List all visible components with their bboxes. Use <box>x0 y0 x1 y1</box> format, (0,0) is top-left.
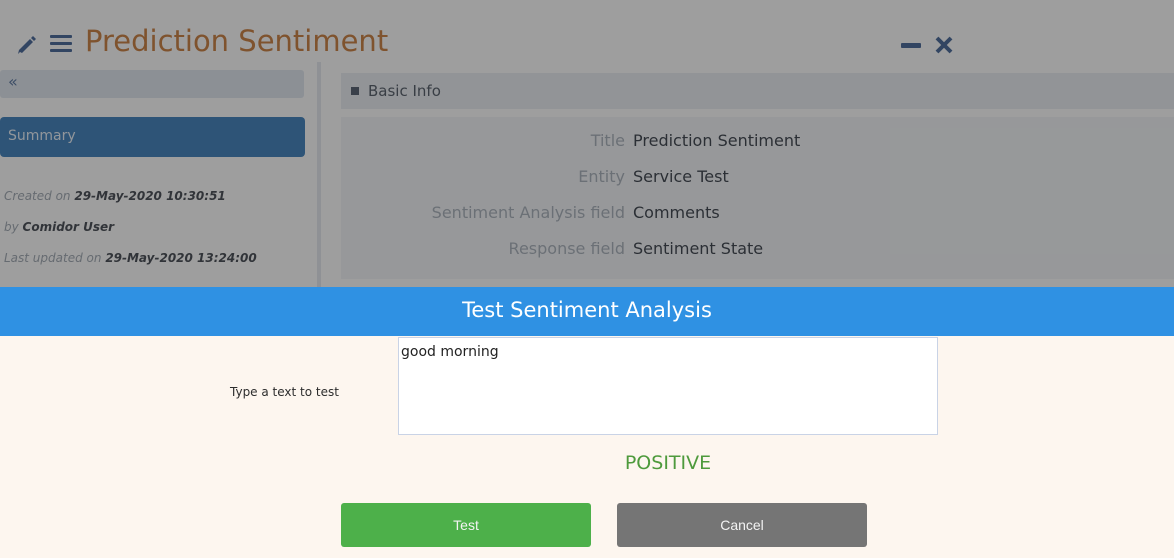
dialog-header: Test Sentiment Analysis <box>0 287 1174 336</box>
cancel-button[interactable]: Cancel <box>617 503 867 547</box>
sentiment-result: POSITIVE <box>624 452 712 474</box>
test-button[interactable]: Test <box>341 503 591 547</box>
test-input-label: Type a text to test <box>230 385 339 399</box>
dialog-title: Test Sentiment Analysis <box>462 298 712 322</box>
test-text-input[interactable]: good morning <box>398 337 938 435</box>
modal-backdrop <box>0 0 1174 287</box>
test-sentiment-dialog: Test Sentiment Analysis Type a text to t… <box>0 287 1174 558</box>
